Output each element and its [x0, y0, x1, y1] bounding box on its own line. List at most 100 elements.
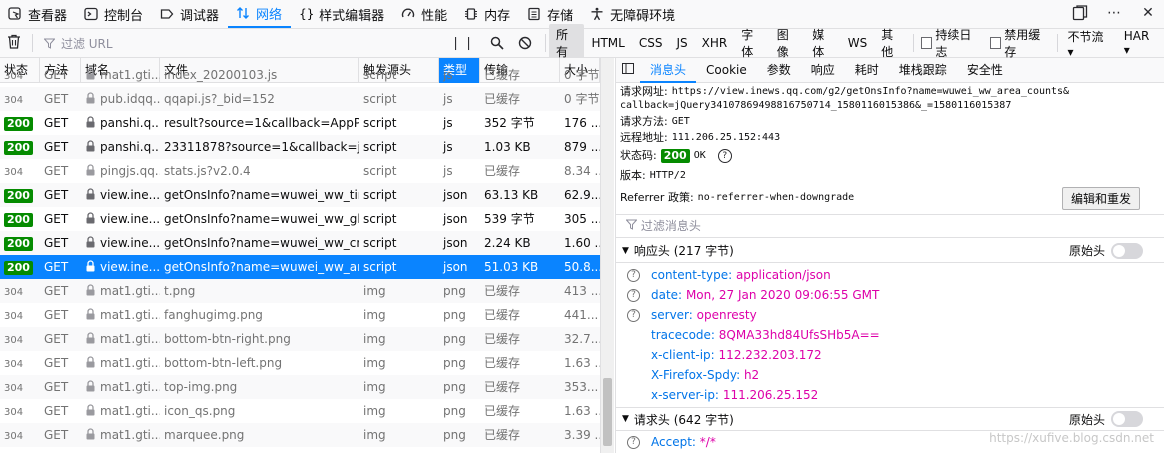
cell-size: 413 ...	[564, 284, 600, 298]
table-row[interactable]: 200 GET view.ine... getOnsInfo?name=wuwei_w…	[0, 255, 600, 279]
cell-size: 441...	[564, 308, 599, 322]
cell-file: index_20200103.js	[164, 68, 278, 82]
table-row[interactable]: 200 GET view.ine... getOnsInfo?name=wuwei_w…	[0, 231, 600, 255]
request-headers-section[interactable]: ▼ 请求头 (642 字节) 原始头	[616, 407, 1164, 431]
request-details-panel: 消息头 Cookie 参数 响应 耗时 堆栈跟踪 安全性 请求网址: https…	[615, 58, 1164, 453]
tab-security[interactable]: 安全性	[957, 58, 1013, 83]
table-row[interactable]: 304 GET mat1.gti... marquee.png img png 已缓存 3.3…	[0, 423, 600, 447]
persist-logs-checkbox[interactable]: 持续日志	[917, 26, 986, 60]
header-name: content-type:	[651, 268, 733, 282]
help-icon[interactable]: ?	[717, 149, 732, 163]
persist-logs-label: 持续日志	[935, 28, 972, 59]
help-icon[interactable]: ?	[627, 308, 640, 322]
table-row[interactable]: 304 GET mat1.gti... bottom-btn-right.png img…	[0, 327, 600, 351]
table-row[interactable]: 304 GET mat1.gti... icon_qs.png img png 已缓存 1.6…	[0, 399, 600, 423]
tab-headers[interactable]: 消息头	[640, 58, 697, 83]
meatball-menu-icon[interactable]: ⋯	[1106, 5, 1122, 21]
cell-size: 8.34 ...	[564, 164, 600, 178]
status-code: 304	[4, 359, 24, 370]
header-name: X-Firefox-Spdy:	[651, 368, 741, 382]
type-filter-js[interactable]: JS	[669, 34, 694, 52]
cell-file: marquee.png	[164, 428, 245, 442]
table-row[interactable]: 304 GET mat1.gti... bottom-btn-left.png img p…	[0, 351, 600, 375]
table-row[interactable]: 304 GET mat1.gti... t.png img png 已缓存 413 ...	[0, 279, 600, 303]
type-filter-all[interactable]: 所有	[548, 24, 585, 62]
table-row[interactable]: 200 GET panshi.q... result?source=1&callbac…	[0, 111, 600, 135]
table-row[interactable]: 304 GET mat1.gti... fanghugimg.png img png 已缓存…	[0, 303, 600, 327]
header-value: 111.206.25.152	[722, 388, 819, 402]
tab-performance[interactable]: 性能	[393, 0, 456, 28]
header-value: 8QMA33hd84UfsSHb5A==	[718, 328, 880, 342]
edit-and-resend-button[interactable]: 编辑和重发	[1061, 187, 1140, 210]
checkbox-box[interactable]	[920, 37, 933, 49]
har-menu-button[interactable]: HAR ▾	[1118, 29, 1164, 57]
divider	[912, 34, 914, 52]
help-icon[interactable]: ?	[627, 268, 640, 282]
raw-headers-toggle-response[interactable]: 原始头	[1069, 242, 1143, 259]
type-filter-other[interactable]: 其他	[874, 24, 910, 62]
pause-icon[interactable]: ❘❘	[450, 36, 476, 51]
type-filter-fonts[interactable]: 字体	[734, 24, 770, 62]
disable-cache-checkbox[interactable]: 禁用缓存	[986, 26, 1055, 60]
response-headers-section[interactable]: ▼ 响应头 (217 字节) 原始头	[616, 239, 1164, 263]
tab-debugger[interactable]: 调试器	[152, 0, 228, 28]
table-row[interactable]: 200 GET view.ine... getOnsInfo?name=wuwei_w…	[0, 183, 600, 207]
request-url-label: 请求网址:	[620, 85, 668, 98]
help-icon[interactable]: ?	[627, 435, 640, 449]
help-icon[interactable]: ?	[627, 288, 640, 302]
tab-response[interactable]: 响应	[801, 58, 845, 83]
table-row[interactable]: 304 GET mat1.gti... index_20200103.js script…	[0, 63, 600, 87]
checkbox-box[interactable]	[989, 37, 1002, 49]
table-row[interactable]: 200 GET view.ine... getOnsInfo?name=wuwei_w…	[0, 207, 600, 231]
headers-filter-input[interactable]: 过滤消息头	[616, 214, 1164, 238]
tab-stack-trace[interactable]: 堆栈跟踪	[889, 58, 957, 83]
cell-status: 200	[0, 231, 40, 255]
tab-network[interactable]: 网络	[228, 0, 292, 28]
cell-size: 32.7...	[564, 332, 600, 346]
cell-type: png	[443, 284, 466, 298]
type-filter-images[interactable]: 图像	[770, 24, 806, 62]
toggle-switch[interactable]	[1111, 411, 1143, 427]
toggle-sidebar-icon[interactable]	[616, 63, 640, 77]
table-row[interactable]: 304 GET pingjs.qq... stats.js?v2.0.4 script j…	[0, 159, 600, 183]
type-filter-ws[interactable]: WS	[841, 34, 874, 52]
type-filter-media[interactable]: 媒体	[805, 24, 841, 62]
domain-text: mat1.gti...	[100, 428, 160, 442]
cell-cause: script	[363, 140, 397, 154]
request-table-scrollbar[interactable]	[600, 58, 614, 453]
table-row[interactable]: 304 GET mat1.gti... top-img.png img png 已缓存 353…	[0, 375, 600, 399]
cell-size: 879 ...	[564, 140, 600, 154]
close-icon[interactable]: ✕	[1140, 5, 1156, 21]
tab-memory[interactable]: 内存	[456, 0, 519, 28]
tab-style-editor[interactable]: {} 样式编辑器	[291, 0, 393, 28]
search-icon[interactable]	[490, 36, 504, 50]
raw-headers-toggle-request[interactable]: 原始头	[1069, 411, 1143, 428]
clear-requests-button[interactable]	[0, 34, 29, 53]
header-value: openresty	[696, 308, 757, 322]
table-row[interactable]: 304 GET pub.idqq... qqapi.js?_bid=152 script…	[0, 87, 600, 111]
tab-console[interactable]: 控制台	[76, 0, 152, 28]
scrollbar-thumb[interactable]	[603, 378, 612, 446]
toggle-switch[interactable]	[1111, 242, 1143, 259]
cell-size: 1.63 ...	[564, 356, 600, 370]
type-filter-css[interactable]: CSS	[632, 34, 670, 52]
url-filter-input[interactable]: 过滤 URL	[36, 35, 440, 52]
table-row[interactable]: 200 GET panshi.q... 23311878?source=1&callb…	[0, 135, 600, 159]
throttling-select[interactable]: 不节流 ▾	[1061, 28, 1117, 59]
tab-cookies[interactable]: Cookie	[696, 58, 757, 83]
cell-type: json	[443, 212, 468, 226]
tab-timings[interactable]: 耗时	[845, 58, 889, 83]
tab-params[interactable]: 参数	[757, 58, 801, 83]
cell-transfer: 63.13 KB	[484, 188, 539, 202]
type-filter-html[interactable]: HTML	[584, 34, 631, 52]
lock-icon	[86, 380, 95, 392]
lock-icon	[86, 236, 95, 248]
cell-file: top-img.png	[164, 380, 238, 394]
cell-type: png	[443, 380, 466, 394]
cell-transfer: 已缓存	[484, 380, 521, 394]
type-filter-xhr[interactable]: XHR	[695, 34, 735, 52]
tab-inspector[interactable]: 查看器	[0, 0, 76, 28]
dock-side-icon[interactable]	[1072, 5, 1088, 21]
block-icon[interactable]	[518, 36, 532, 50]
divider	[544, 34, 546, 52]
